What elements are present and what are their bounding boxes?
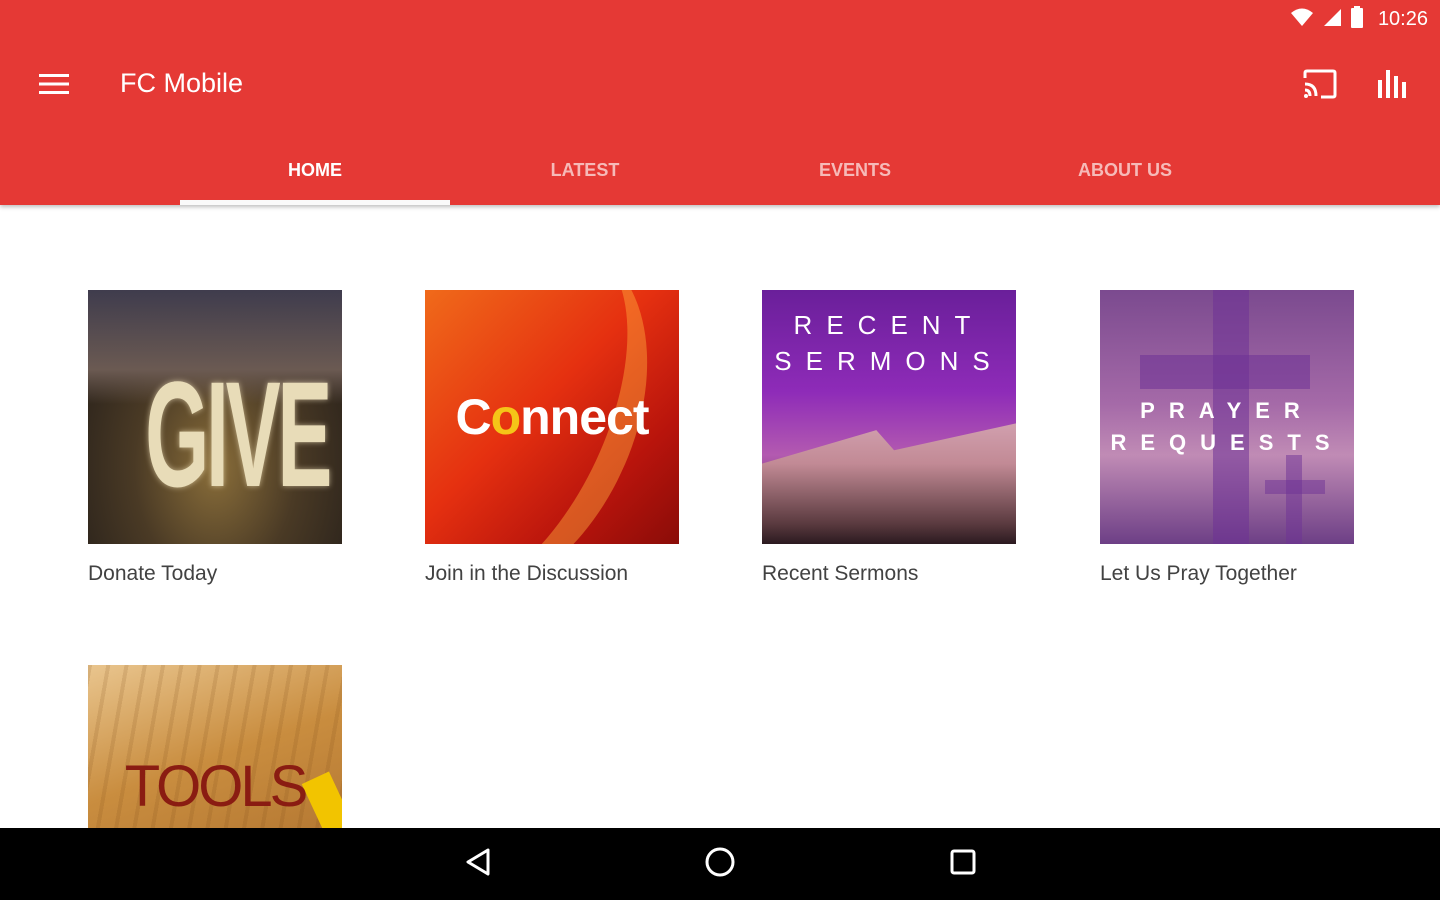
- back-button[interactable]: [452, 838, 504, 890]
- battery-icon: [1350, 5, 1364, 33]
- card-caption: Recent Sermons: [762, 562, 919, 585]
- tab-about-us[interactable]: ABOUT US: [990, 135, 1260, 205]
- give-image-text: GIVE: [145, 350, 332, 518]
- give-image: GIVE: [88, 290, 342, 544]
- back-triangle-icon: [464, 847, 492, 882]
- tab-bar: HOME LATEST EVENTS ABOUT US: [180, 135, 1260, 205]
- prayer-image: PRAYER REQUESTS: [1100, 290, 1354, 544]
- card-sermons[interactable]: RECENT SERMONS Recent Sermons: [762, 290, 1016, 586]
- app-title: FC Mobile: [120, 68, 244, 98]
- hamburger-menu-icon: [39, 72, 69, 101]
- tools-image-text: TOOLS: [124, 754, 309, 819]
- card-connect[interactable]: Connect Join in the Discussion: [425, 290, 679, 586]
- tab-latest[interactable]: LATEST: [450, 135, 720, 205]
- signal-icon: [1322, 7, 1342, 32]
- cast-icon: [1302, 69, 1338, 104]
- menu-button[interactable]: [30, 62, 78, 110]
- sermons-image-line-2: SERMONS: [774, 346, 1004, 376]
- card-tools[interactable]: TOOLS: [88, 665, 342, 830]
- prayer-image-line-1: PRAYER: [1140, 398, 1314, 423]
- small-cross-illustration-bar: [1265, 480, 1325, 494]
- status-bar: 10:26: [1290, 4, 1428, 34]
- recents-button[interactable]: [937, 838, 989, 890]
- connect-image: Connect: [425, 290, 679, 544]
- bible-illustration: [762, 423, 1016, 544]
- sermons-image: RECENT SERMONS: [762, 290, 1016, 544]
- sermons-image-line-1: RECENT: [793, 310, 985, 340]
- home-button[interactable]: [694, 838, 746, 890]
- tab-home[interactable]: HOME: [180, 135, 450, 205]
- card-donate[interactable]: GIVE Donate Today: [88, 290, 342, 586]
- card-caption: Donate Today: [88, 562, 218, 585]
- cross-illustration-bar: [1140, 355, 1310, 389]
- card-caption: Join in the Discussion: [425, 562, 629, 585]
- card-caption: Let Us Pray Together: [1100, 562, 1297, 585]
- tools-image: TOOLS: [88, 665, 342, 830]
- home-grid: GIVE Donate Today Connect Join in the Di…: [0, 205, 1440, 830]
- recents-square-icon: [949, 848, 977, 881]
- system-nav-bar: [0, 828, 1440, 900]
- home-circle-icon: [704, 846, 736, 883]
- connect-image-text: Connect: [455, 389, 649, 445]
- tab-events[interactable]: EVENTS: [720, 135, 990, 205]
- card-prayer[interactable]: PRAYER REQUESTS Let Us Pray Together: [1100, 290, 1354, 586]
- small-cross-illustration: [1286, 455, 1302, 544]
- wifi-icon: [1290, 7, 1314, 32]
- bar-chart-icon: [1376, 68, 1408, 105]
- stats-button[interactable]: [1368, 62, 1416, 110]
- app-bar: 10:26 FC Mobile HOME LATEST EVENTS ABOUT…: [0, 0, 1440, 205]
- status-time: 10:26: [1377, 7, 1428, 30]
- cast-button[interactable]: [1296, 62, 1344, 110]
- prayer-image-line-2: REQUESTS: [1110, 430, 1344, 455]
